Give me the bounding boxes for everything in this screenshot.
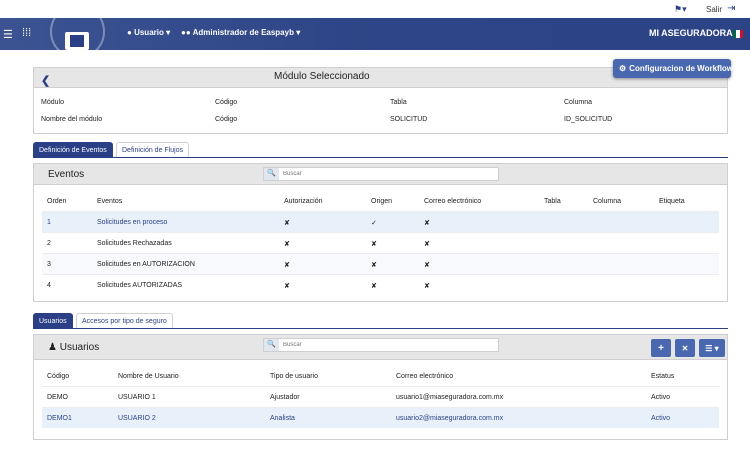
table-row[interactable]: 3 Solicitudes en AUTORIZACION ✘ ✘ ✘ — [42, 253, 719, 274]
cell-codigo: DEMO — [47, 394, 68, 401]
workflow-config-button[interactable]: ⚙ Configuracion de Workflow — [613, 59, 733, 78]
events-card: Eventos 🔍 Orden Eventos Autorización Ori… — [33, 163, 728, 302]
cell-estatus: Activo — [651, 415, 671, 422]
col-correo: Correo electrónico — [396, 373, 454, 380]
search-icon[interactable]: 🔍 — [264, 339, 279, 351]
user-icon: ♟ — [48, 342, 57, 353]
back-arrow-icon[interactable]: ❮ — [41, 74, 50, 87]
field-label-codigo: Código — [215, 99, 238, 106]
field-value-columna: ID_SOLICITUD — [564, 116, 613, 123]
cell-nombre: USUARIO 1 — [118, 394, 156, 401]
cell-evento: Solicitudes Rechazadas — [97, 240, 172, 247]
field-value-codigo: Código — [215, 116, 238, 123]
table-row[interactable]: DEMO1 USUARIO 2 Analista usuario2@miaseg… — [42, 407, 719, 428]
field-label-modulo: Módulo — [41, 99, 64, 106]
cell-correo: ✘ — [424, 262, 430, 269]
exit-icon[interactable]: ⇥ — [727, 3, 735, 14]
page-title: Módulo Seleccionado — [274, 71, 370, 82]
col-nombre-usuario: Nombre de Usuario — [118, 373, 179, 380]
mexico-flag-icon — [733, 30, 743, 38]
add-user-button[interactable]: + — [651, 339, 671, 357]
cell-correo: usuario2@miaseguradora.com.mx — [396, 415, 504, 422]
cell-nombre: USUARIO 2 — [118, 415, 156, 422]
field-label-tabla: Tabla — [390, 99, 407, 106]
cell-correo: usuario1@miaseguradora.com.mx — [396, 394, 504, 401]
cell-correo: ✘ — [424, 241, 430, 248]
col-etiqueta: Etiqueta — [659, 198, 685, 205]
tabs-divider — [33, 157, 728, 158]
cell-origen: ✓ — [371, 220, 377, 227]
hamburger-icon[interactable]: ☰ — [3, 28, 13, 41]
logout-link[interactable]: Salir — [706, 5, 722, 14]
users-card: ♟ Usuarios 🔍 + ✕ ☰ ▾ Código Nombre de Us… — [33, 334, 728, 440]
events-card-header: Eventos 🔍 — [34, 164, 727, 185]
cell-tipo: Analista — [270, 415, 295, 422]
help-dropdown-icon[interactable]: ⚑▾ — [674, 4, 687, 15]
user-icon: ● — [127, 28, 132, 37]
cell-origen: ✘ — [371, 262, 377, 269]
cell-autorizacion: ✘ — [284, 262, 290, 269]
cell-correo: ✘ — [424, 220, 430, 227]
users-card-header: ♟ Usuarios 🔍 + ✕ ☰ ▾ — [34, 335, 727, 360]
cell-codigo: DEMO1 — [47, 415, 72, 422]
users-group-icon: ●● — [181, 28, 191, 37]
tab-definicion-flujos[interactable]: Definición de Flujos — [116, 142, 190, 157]
top-bar: ⚑▾ Salir ⇥ — [0, 0, 750, 18]
cell-autorizacion: ✘ — [284, 220, 290, 227]
cell-origen: ✘ — [371, 283, 377, 290]
users-search: 🔍 — [263, 338, 499, 352]
table-row[interactable]: 1 Solicitudes en proceso ✘ ✓ ✘ — [42, 211, 719, 232]
brand-name: MI ASEGURADORA — [649, 28, 733, 38]
table-row[interactable]: 4 Solicitudes AUTORIZADAS ✘ ✘ ✘ — [42, 274, 719, 295]
field-value-tabla: SOLICITUD — [390, 116, 428, 123]
user-menu[interactable]: ● Usuario ▾ — [127, 28, 170, 37]
cell-evento: Solicitudes en AUTORIZACION — [97, 261, 195, 268]
table-row[interactable]: DEMO USUARIO 1 Ajustador usuario1@miaseg… — [42, 386, 719, 407]
col-eventos: Eventos — [97, 198, 123, 205]
tabs-divider — [33, 328, 728, 329]
tab-definicion-eventos[interactable]: Definición de Eventos — [33, 142, 113, 157]
users-title: ♟ Usuarios — [48, 342, 100, 353]
field-value-modulo: Nombre del módulo — [41, 116, 103, 123]
cell-orden: 3 — [47, 261, 51, 268]
users-search-input[interactable] — [283, 340, 463, 350]
tab-accesos-tipo-seguro[interactable]: Accesos por tipo de seguro — [76, 313, 173, 328]
col-tipo-usuario: Tipo de usuario — [270, 373, 318, 380]
field-label-columna: Columna — [564, 99, 593, 106]
events-search: 🔍 — [263, 167, 499, 181]
col-tabla: Tabla — [544, 198, 561, 205]
col-columna: Columna — [593, 198, 622, 205]
cell-orden: 1 — [47, 219, 51, 226]
table-row[interactable]: 2 Solicitudes Rechazadas ✘ ✘ ✘ — [42, 232, 719, 253]
options-menu-button[interactable]: ☰ ▾ — [699, 339, 725, 357]
app-logo — [49, 18, 106, 50]
cell-correo: ✘ — [424, 283, 430, 290]
col-orden: Orden — [47, 198, 67, 205]
col-correo: Correo electrónico — [424, 198, 482, 205]
search-icon[interactable]: 🔍 — [264, 168, 279, 180]
col-autorizacion: Autorización — [284, 198, 323, 205]
apps-grid-icon[interactable]: ⁞⁞⁞ — [22, 27, 31, 39]
cell-autorizacion: ✘ — [284, 241, 290, 248]
cell-orden: 2 — [47, 240, 51, 247]
workflow-icon: ⚙ — [619, 64, 627, 73]
col-estatus: Estatus — [651, 373, 675, 380]
events-title: Eventos — [48, 169, 85, 180]
events-search-input[interactable] — [283, 169, 463, 179]
cell-orden: 4 — [47, 282, 51, 289]
cell-origen: ✘ — [371, 241, 377, 248]
cell-evento: Solicitudes en proceso — [97, 219, 168, 226]
main-navbar: ☰ ⁞⁞⁞ ● Usuario ▾ ●● Administrador de Ea… — [0, 18, 750, 50]
cell-evento: Solicitudes AUTORIZADAS — [97, 282, 183, 289]
col-origen: Origen — [371, 198, 393, 205]
tab-usuarios[interactable]: Usuarios — [33, 313, 73, 328]
col-codigo: Código — [47, 373, 70, 380]
cell-tipo: Ajustador — [270, 394, 300, 401]
admin-menu[interactable]: ●● Administrador de Easpayb ▾ — [181, 28, 300, 37]
remove-user-button[interactable]: ✕ — [675, 339, 695, 357]
cell-estatus: Activo — [651, 394, 671, 401]
cell-autorizacion: ✘ — [284, 283, 290, 290]
